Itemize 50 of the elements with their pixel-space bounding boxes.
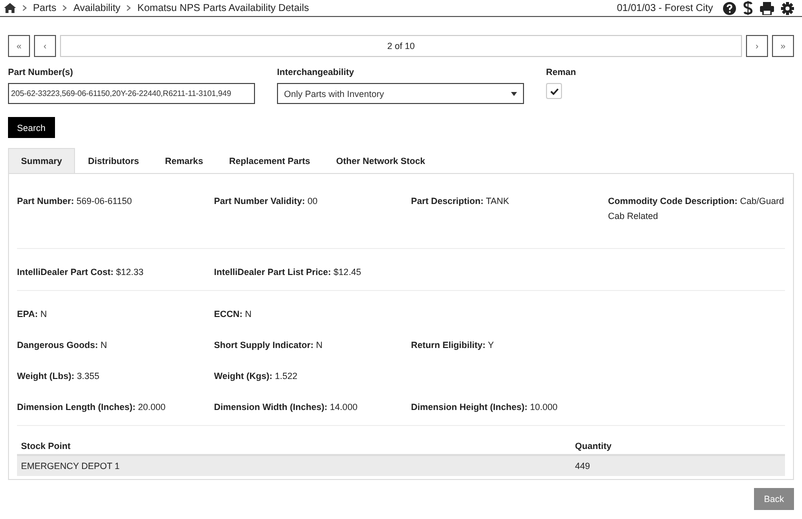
chevron-icon xyxy=(126,5,132,11)
field-text: Dangerous Goods: N xyxy=(17,339,108,352)
help-icon[interactable] xyxy=(723,2,736,14)
field-label: Reman xyxy=(546,67,576,78)
field-label: Interchangeability xyxy=(277,67,356,78)
field-text: IntelliDealer Part Cost: $12.33 xyxy=(17,266,145,279)
field-label: Part Number(s) xyxy=(8,67,74,78)
next-page-button[interactable]: › xyxy=(746,35,768,57)
field-text: Commodity Code Description: Cab/Guard Cab Related xyxy=(608,195,785,223)
chevron-icon xyxy=(22,5,27,11)
page-title: Komatsu NPS Parts Availability Details xyxy=(137,2,309,14)
caret-icon xyxy=(511,92,517,96)
first-page-button[interactable]: « xyxy=(8,35,30,57)
table-cell: 449 xyxy=(571,455,785,476)
chevron-icon xyxy=(62,5,68,11)
search-button[interactable]: Search xyxy=(8,117,55,138)
field-text: EPA: N xyxy=(17,308,48,321)
back-button[interactable]: Back xyxy=(754,488,794,510)
field-text: Part Number Validity: 00 xyxy=(214,195,319,208)
last-page-button[interactable]: » xyxy=(772,35,794,57)
previous-page-button[interactable]: ‹ xyxy=(34,35,56,57)
reman-checkbox[interactable] xyxy=(546,83,562,99)
field-text: Part Number: 569-06-61150 xyxy=(17,195,133,208)
settings-icon[interactable] xyxy=(781,2,794,14)
field-text: ECCN: N xyxy=(214,308,252,321)
field-text: Short Supply Indicator: N xyxy=(214,339,324,352)
tab[interactable]: Distributors xyxy=(75,148,152,173)
page-position: 2 of 10 xyxy=(387,41,415,51)
location-text: 01/01/03 - Forest City xyxy=(616,2,713,14)
check-icon xyxy=(550,88,558,94)
field-text: Weight (Kgs): 1.522 xyxy=(214,370,298,383)
field-text: Dimension Width (Inches): 14.000 xyxy=(214,401,358,414)
breadcrumb-link[interactable]: Parts xyxy=(33,2,56,14)
part-number-field[interactable]: 205-62-33223,569-06-61150,20Y-26-22440,R6211-11-3101,949 xyxy=(8,83,255,104)
field-text: Dimension Height (Inches): 10.000 xyxy=(411,401,559,414)
field-text: Dimension Length (Inches): 20.000 xyxy=(17,401,167,414)
field-text: IntelliDealer Part List Price: $12.45 xyxy=(214,266,362,279)
breadcrumb-link[interactable]: Availability xyxy=(73,2,120,14)
tab[interactable]: Other Network Stock xyxy=(323,148,438,173)
field-text: Return Eligibility: Y xyxy=(411,339,495,352)
tab[interactable]: Replacement Parts xyxy=(216,148,324,173)
interchangeability-dropdown[interactable]: Only Parts with Inventory xyxy=(277,83,524,104)
tab[interactable]: Summary xyxy=(8,148,76,173)
field-text: Part Description: TANK xyxy=(411,195,510,208)
tab[interactable]: Remarks xyxy=(152,148,216,173)
print-icon[interactable] xyxy=(760,2,774,14)
dollar-icon[interactable] xyxy=(743,1,753,15)
field-text: Weight (Lbs): 3.355 xyxy=(17,370,100,383)
table-cell: EMERGENCY DEPOT 1 xyxy=(17,455,571,476)
home-icon[interactable] xyxy=(4,3,16,13)
